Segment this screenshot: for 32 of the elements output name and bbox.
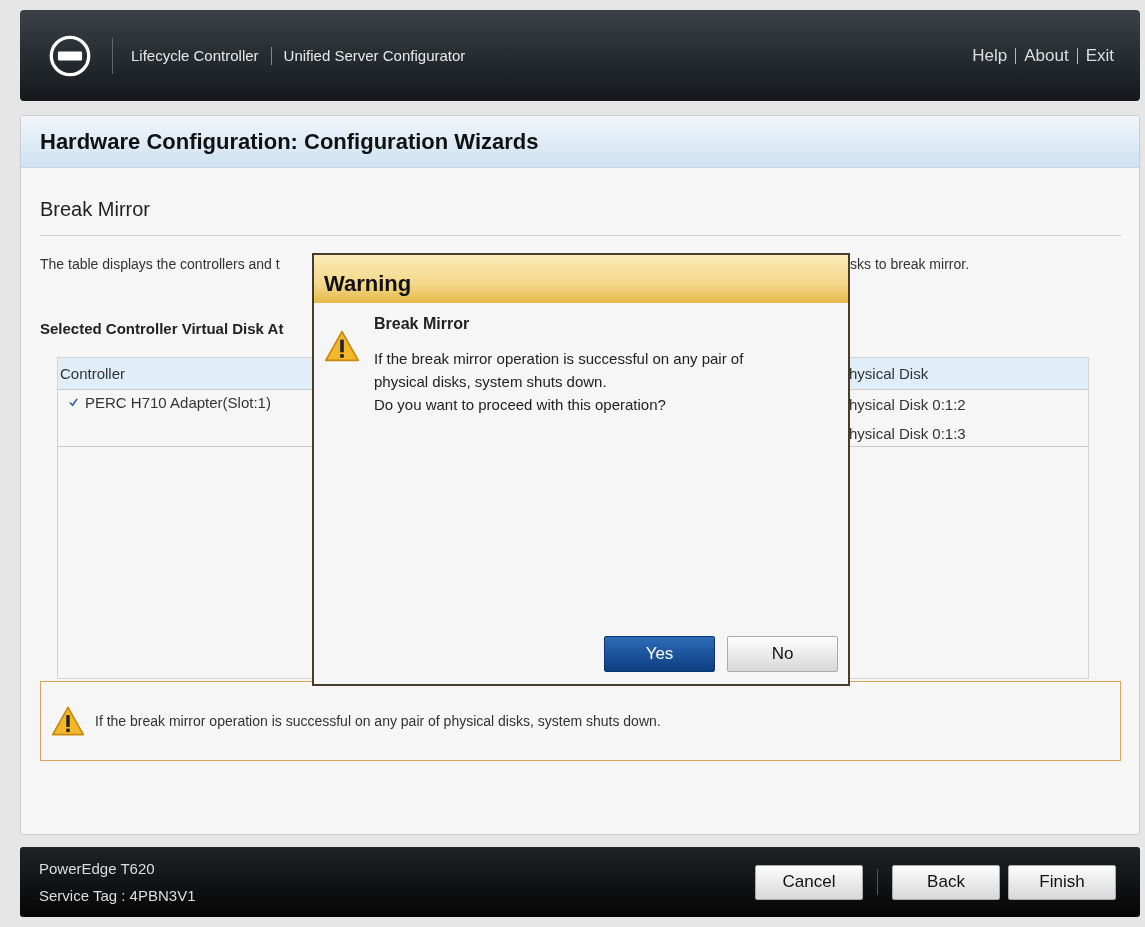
header-link[interactable]: About: [1024, 45, 1069, 66]
table-cell-text: hysical Disk 0:1:3: [849, 424, 967, 444]
footer-button[interactable]: Finish: [1008, 864, 1116, 900]
checkbox[interactable]: [68, 397, 79, 408]
warning-icon: [51, 705, 85, 737]
header-link[interactable]: Help: [972, 45, 1008, 66]
product-subtitle: Unified Server Configurator: [283, 47, 466, 64]
subheading: Selected Controller Virtual Disk At: [40, 320, 284, 337]
table-cell-text: hysical Disk 0:1:2: [849, 395, 967, 415]
dialog-message: Do you want to proceed with this operation?: [374, 395, 667, 415]
description-text: The table displays the controllers and t: [40, 256, 281, 272]
footer-button[interactable]: Back: [892, 864, 1000, 900]
controller-name: PERC H710 Adapter(Slot:1): [85, 394, 271, 411]
product-name: Lifecycle Controller: [131, 47, 259, 64]
yes-button[interactable]: Yes: [604, 636, 715, 672]
header-link[interactable]: Exit: [1085, 45, 1114, 66]
column-header: Controller: [59, 365, 127, 382]
dialog-message: If the break mirror operation is successful on any pair of: [374, 349, 744, 369]
section-title: Break Mirror: [40, 198, 151, 221]
footer-button[interactable]: Cancel: [755, 864, 863, 900]
service-tag: Service Tag : 4PBN3V1: [39, 887, 196, 904]
dialog-heading: Break Mirror: [374, 315, 471, 333]
dialog-message: physical disks, system shuts down.: [374, 372, 608, 392]
warning-icon: [324, 329, 360, 363]
no-button[interactable]: No: [727, 636, 838, 672]
model-name: PowerEdge T620: [39, 860, 156, 877]
page-title: Hardware Configuration: Configuration Wizards: [21, 116, 1139, 168]
logo-icon: [48, 33, 92, 78]
description-text: sks to break mirror.: [850, 256, 971, 272]
dialog-title: Warning: [314, 255, 848, 303]
warning-text: If the break mirror operation is successful on any pair of physical disks, system shuts down.: [95, 713, 661, 729]
column-header: hysical Disk: [849, 365, 930, 382]
